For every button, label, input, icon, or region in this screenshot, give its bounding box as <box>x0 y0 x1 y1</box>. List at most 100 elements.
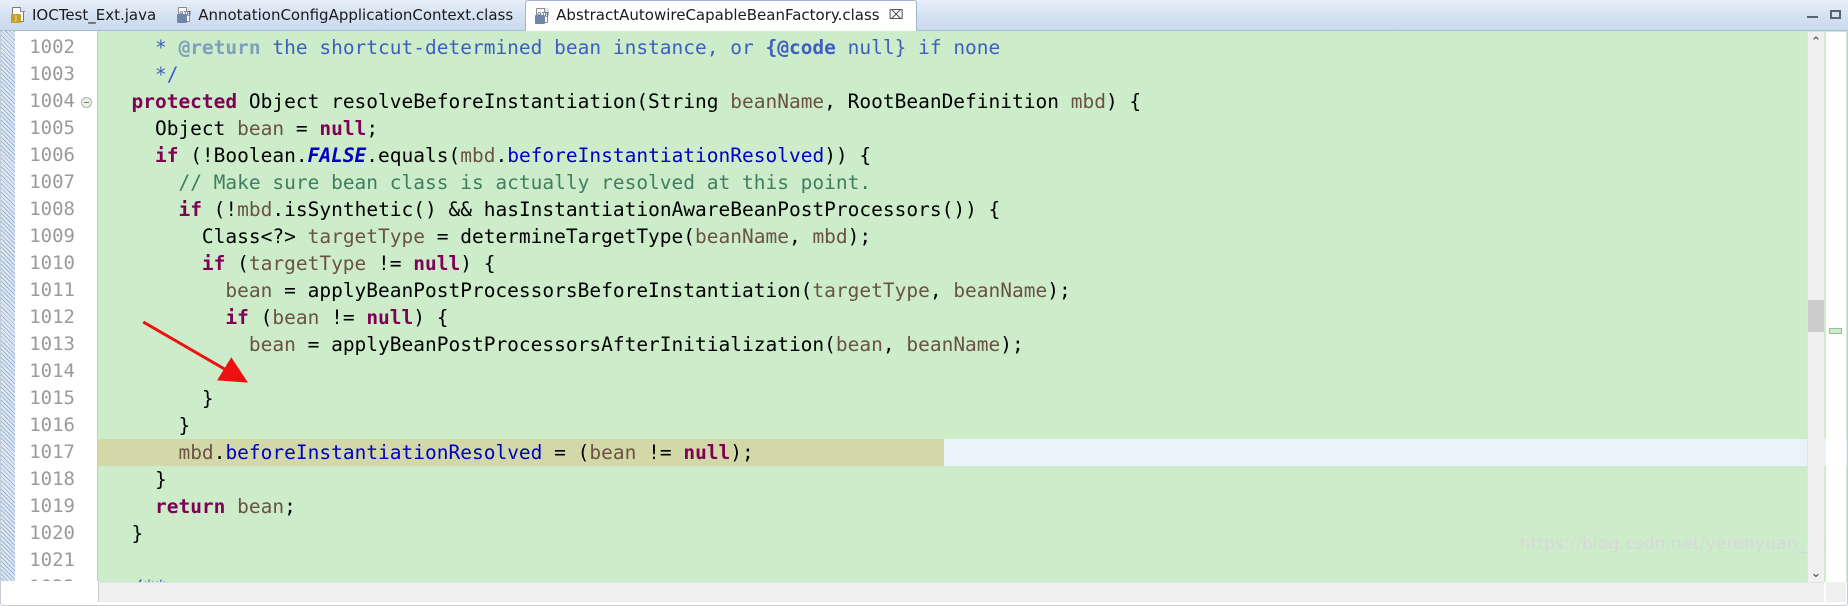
eclipse-editor-window: J IOCTest_Ext.java 010 AnnotationConfigA… <box>0 0 1848 606</box>
scroll-up-icon[interactable]: ⌃ <box>1808 36 1824 49</box>
code-token: , <box>882 333 907 356</box>
close-icon[interactable]: ⌧ <box>889 9 904 22</box>
code-line[interactable]: if (!mbd.isSynthetic() && hasInstantiati… <box>98 196 1848 223</box>
code-token: ; <box>284 495 296 518</box>
annotation-marker-ruler[interactable] <box>0 31 16 582</box>
line-number: 1016 <box>29 414 75 436</box>
vertical-scrollbar-thumb[interactable] <box>1808 300 1824 332</box>
code-token: ); <box>730 441 754 464</box>
tab-label: AbstractAutowireCapableBeanFactory.class <box>556 6 880 24</box>
line-number: 1011 <box>29 279 75 301</box>
code-line[interactable]: mbd.beforeInstantiationResolved = (bean … <box>98 439 1848 466</box>
code-token: = applyBeanPostProcessorsAfterInitializa… <box>295 333 836 356</box>
code-token: , <box>929 279 954 302</box>
code-token: bean <box>237 117 285 140</box>
java-file-icon: J <box>11 7 26 23</box>
code-token: null <box>413 252 461 275</box>
code-token: targetType <box>812 279 930 302</box>
code-token: , <box>788 225 813 248</box>
tab-label: IOCTest_Ext.java <box>32 5 157 24</box>
source-editor: 1002 1003 1004 1005 1006 1007 1008 1009 1010 1011… <box>0 31 1848 606</box>
line-number: 1007 <box>29 171 75 193</box>
code-token: ) { <box>1105 90 1142 113</box>
code-token: != <box>366 252 414 275</box>
line-number: 1006 <box>29 144 75 166</box>
line-number: 1013 <box>29 333 75 355</box>
line-number: 1017 <box>29 441 75 463</box>
scroll-down-icon[interactable]: ⌄ <box>1808 567 1824 580</box>
code-line[interactable]: } <box>98 358 1848 385</box>
code-line[interactable]: bean = applyBeanPostProcessorsBeforeInst… <box>98 277 1848 304</box>
code-token: ); <box>1047 279 1071 302</box>
code-line[interactable]: if (!Boolean.FALSE.equals(mbd.beforeInst… <box>98 142 1848 169</box>
code-token: mbd <box>812 225 848 248</box>
code-line[interactable]: if (targetType != null) { <box>98 250 1848 277</box>
code-token: null <box>683 441 731 464</box>
vertical-scrollbar[interactable]: ⌃ ⌄ <box>1807 32 1824 583</box>
code-line[interactable]: // Make sure bean class is actually reso… <box>98 169 1848 196</box>
code-token: null <box>366 306 414 329</box>
line-number: 1003 <box>29 63 75 85</box>
code-token: if <box>201 252 226 275</box>
line-number: 1010 <box>29 252 75 274</box>
code-token: = ( <box>542 441 590 464</box>
code-token: protected <box>131 90 238 113</box>
code-line[interactable]: /** <box>98 574 1848 582</box>
fold-toggle-icon[interactable] <box>81 97 92 108</box>
horizontal-scrollbar[interactable]: ‹ <box>1 582 1824 602</box>
code-canvas[interactable]: * @return the shortcut-determined bean i… <box>98 31 1848 582</box>
code-token: ) { <box>413 306 449 329</box>
code-line[interactable]: } <box>98 412 1848 439</box>
code-token: } <box>108 522 144 545</box>
code-lines: * @return the shortcut-determined bean i… <box>98 31 1848 582</box>
code-token: {@code <box>765 36 836 59</box>
tab-abstractautowirecapablebeanfactory-class[interactable]: 010 AbstractAutowireCapableBeanFactory.c… <box>525 0 917 31</box>
editor-tab-bar: J IOCTest_Ext.java 010 AnnotationConfigA… <box>0 0 1848 31</box>
code-line[interactable]: */ <box>98 61 1848 88</box>
code-token: (! <box>201 198 238 221</box>
code-line[interactable]: Class<?> targetType = determineTargetTyp… <box>98 223 1848 250</box>
code-line[interactable]: Object bean = null; <box>98 115 1848 142</box>
minimize-icon[interactable] <box>1806 8 1819 21</box>
code-token: )) { <box>824 144 872 167</box>
code-line[interactable]: if (bean != null) { <box>98 304 1848 331</box>
overview-ruler[interactable] <box>1826 32 1846 583</box>
code-token: Object resolveBeforeInstantiation(String <box>237 90 731 113</box>
maximize-icon[interactable] <box>1829 8 1842 21</box>
code-token: mbd <box>237 198 273 221</box>
code-token: if <box>178 198 202 221</box>
line-number: 1012 <box>29 306 75 328</box>
overview-marker[interactable] <box>1829 328 1842 334</box>
code-line[interactable]: } <box>98 385 1848 412</box>
tab-annotationconfigapplicationcontext-class[interactable]: 010 AnnotationConfigApplicationContext.c… <box>168 0 525 30</box>
line-number: 1018 <box>29 468 75 490</box>
tab-ioctest-ext-java[interactable]: J IOCTest_Ext.java <box>2 0 168 30</box>
code-line[interactable]: return bean; <box>98 493 1848 520</box>
code-token: . <box>213 441 226 464</box>
code-token: if <box>225 306 249 329</box>
code-token: beanName <box>730 90 825 113</box>
code-line[interactable]: bean = applyBeanPostProcessorsAfterIniti… <box>98 331 1848 358</box>
code-token: ( <box>225 252 249 275</box>
code-token: beanName <box>953 279 1048 302</box>
code-token: targetType <box>248 252 367 275</box>
code-token: */ <box>154 63 179 86</box>
line-number: 1015 <box>29 387 75 409</box>
code-token: mbd <box>178 441 214 464</box>
code-token: bean <box>237 495 285 518</box>
code-token: ( <box>248 306 273 329</box>
code-token: } <box>108 387 214 410</box>
code-line[interactable]: protected Object resolveBeforeInstantiat… <box>98 88 1848 115</box>
code-line[interactable]: * @return the shortcut-determined bean i… <box>98 34 1848 61</box>
code-line[interactable]: } <box>98 466 1848 493</box>
line-number-ruler: 1002 1003 1004 1005 1006 1007 1008 1009 1010 1011… <box>16 31 98 598</box>
code-token: ); <box>1000 333 1024 356</box>
